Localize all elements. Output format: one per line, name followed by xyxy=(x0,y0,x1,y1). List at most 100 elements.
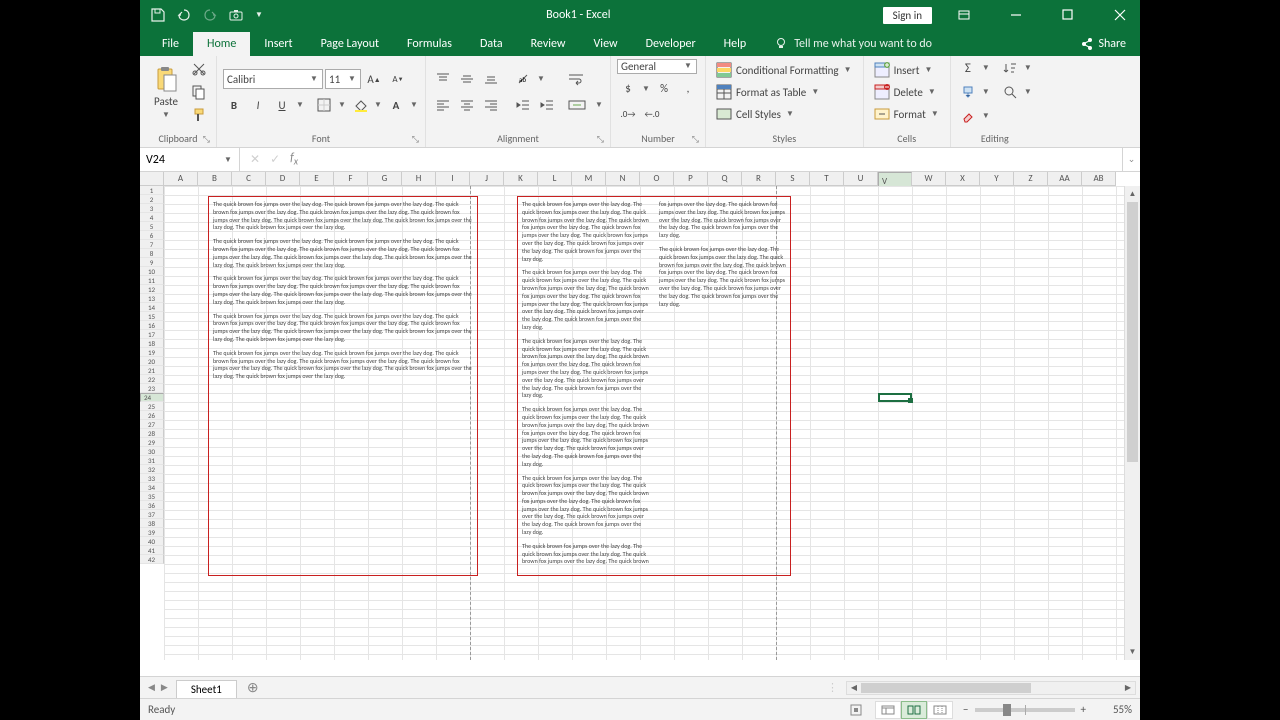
copy-button[interactable] xyxy=(188,82,210,103)
fx-icon[interactable]: fx xyxy=(290,151,298,167)
increase-indent-button[interactable] xyxy=(536,94,558,116)
increase-font-button[interactable]: A▲ xyxy=(363,68,385,90)
table-icon xyxy=(716,84,732,100)
view-page-layout-button[interactable] xyxy=(901,701,927,719)
scrollbar-thumb[interactable] xyxy=(861,683,1031,693)
bold-button[interactable]: B xyxy=(223,94,245,116)
vertical-scrollbar[interactable]: ▲▼ xyxy=(1124,186,1140,660)
tab-nav-next-icon[interactable]: ▶ xyxy=(161,682,168,693)
borders-button[interactable] xyxy=(313,94,335,116)
tab-developer[interactable]: Developer xyxy=(632,32,710,56)
tab-help[interactable]: Help xyxy=(710,32,761,56)
close-button[interactable] xyxy=(1100,0,1140,30)
comma-button[interactable]: , xyxy=(677,78,699,100)
number-format-select[interactable]: General▼ xyxy=(617,59,697,74)
select-all-corner[interactable] xyxy=(140,172,164,186)
zoom-control[interactable]: − + 55% xyxy=(963,703,1132,716)
zoom-out-button[interactable]: − xyxy=(963,703,968,716)
merge-button[interactable] xyxy=(564,94,592,116)
sort-filter-button[interactable] xyxy=(999,57,1021,79)
align-left-button[interactable] xyxy=(432,94,454,116)
find-button[interactable] xyxy=(999,81,1021,103)
qat-customize-icon[interactable]: ▼ xyxy=(254,7,264,23)
tab-data[interactable]: Data xyxy=(466,32,517,56)
name-box[interactable]: V24▼ xyxy=(140,148,240,171)
autosum-button[interactable]: Σ xyxy=(957,57,979,79)
wrap-text-button[interactable] xyxy=(564,68,592,90)
italic-button[interactable]: I xyxy=(247,94,269,116)
undo-icon[interactable] xyxy=(176,7,192,23)
format-icon xyxy=(874,106,890,122)
view-normal-button[interactable] xyxy=(875,701,901,719)
paste-button[interactable]: Paste ▼ xyxy=(146,59,186,125)
horizontal-scrollbar[interactable]: ◀▶ xyxy=(846,681,1136,695)
ribbon-tabs: File Home Insert Page Layout Formulas Da… xyxy=(140,30,1140,56)
scrollbar-thumb[interactable] xyxy=(1127,202,1138,462)
cell-selection xyxy=(878,393,912,402)
font-size-select[interactable]: 11▼ xyxy=(325,69,361,89)
maximize-button[interactable] xyxy=(1048,0,1088,30)
tab-page-layout[interactable]: Page Layout xyxy=(307,32,393,56)
tab-file[interactable]: File xyxy=(148,32,193,56)
sign-in-button[interactable]: Sign in xyxy=(883,7,932,24)
align-bottom-button[interactable] xyxy=(480,68,502,90)
redo-icon[interactable] xyxy=(202,7,218,23)
cond-format-icon xyxy=(716,62,732,78)
macro-record-icon[interactable] xyxy=(849,703,863,717)
dialog-launcher-icon[interactable]: ⤡ xyxy=(203,134,210,145)
add-sheet-button[interactable]: ⊕ xyxy=(237,679,269,696)
decrease-indent-button[interactable] xyxy=(512,94,534,116)
align-top-button[interactable] xyxy=(432,68,454,90)
tell-me-search[interactable]: Tell me what you want to do xyxy=(760,32,946,56)
align-right-button[interactable] xyxy=(480,94,502,116)
format-painter-button[interactable] xyxy=(188,104,210,125)
align-middle-button[interactable] xyxy=(456,68,478,90)
currency-button[interactable]: $ xyxy=(617,78,639,100)
save-icon[interactable] xyxy=(150,7,166,23)
delete-cells-button[interactable]: Delete▼ xyxy=(870,82,944,102)
zoom-in-button[interactable]: + xyxy=(1081,703,1086,716)
dialog-launcher-icon[interactable]: ⤡ xyxy=(692,134,699,145)
tab-home[interactable]: Home xyxy=(193,32,250,56)
increase-decimal-button[interactable]: .0→ xyxy=(617,104,639,126)
column-headers[interactable]: ABCDEFGHIJKLMNOPQRSTUVWXYZAAAB xyxy=(164,172,1124,186)
share-button[interactable]: Share xyxy=(1066,32,1140,56)
format-as-table-button[interactable]: Format as Table▼ xyxy=(712,82,857,102)
cancel-formula-icon[interactable]: ✕ xyxy=(250,152,260,167)
align-center-button[interactable] xyxy=(456,94,478,116)
zoom-level[interactable]: 55% xyxy=(1092,703,1132,716)
row-headers[interactable]: 1234567891011121314151617181920212223242… xyxy=(140,186,164,660)
fill-button[interactable] xyxy=(957,81,979,103)
clear-button[interactable] xyxy=(957,105,979,127)
cut-button[interactable] xyxy=(188,59,210,80)
decrease-font-button[interactable]: A▼ xyxy=(387,68,409,90)
orientation-button[interactable]: ab xyxy=(512,68,534,90)
format-cells-button[interactable]: Format▼ xyxy=(870,104,944,124)
enter-formula-icon[interactable]: ✓ xyxy=(270,152,280,167)
tab-nav-prev-icon[interactable]: ◀ xyxy=(148,682,155,693)
tab-review[interactable]: Review xyxy=(517,32,580,56)
view-page-break-button[interactable] xyxy=(927,701,953,719)
dialog-launcher-icon[interactable]: ⤡ xyxy=(597,134,604,145)
zoom-slider[interactable] xyxy=(975,708,1075,712)
expand-formula-bar-icon[interactable]: ⌄ xyxy=(1122,148,1140,171)
dialog-launcher-icon[interactable]: ⤡ xyxy=(412,134,419,145)
cells-grid[interactable]: The quick brown fox jumps over the lazy … xyxy=(164,186,1124,660)
underline-button[interactable]: U xyxy=(271,94,293,116)
percent-button[interactable]: % xyxy=(653,78,675,100)
sheet-tab[interactable]: Sheet1 xyxy=(176,680,237,698)
font-name-select[interactable]: Calibri▼ xyxy=(223,69,323,89)
font-color-button[interactable]: A xyxy=(385,94,407,116)
cell-styles-button[interactable]: Cell Styles▼ xyxy=(712,104,857,124)
decrease-decimal-button[interactable]: ←.0 xyxy=(641,104,663,126)
minimize-button[interactable] xyxy=(996,0,1036,30)
insert-cells-button[interactable]: Insert▼ xyxy=(870,60,944,80)
camera-icon[interactable] xyxy=(228,7,244,23)
conditional-formatting-button[interactable]: Conditional Formatting▼ xyxy=(712,60,857,80)
tab-insert[interactable]: Insert xyxy=(250,32,306,56)
ribbon-options-icon[interactable] xyxy=(944,0,984,30)
worksheet-grid[interactable]: ABCDEFGHIJKLMNOPQRSTUVWXYZAAAB 123456789… xyxy=(140,172,1140,676)
tab-view[interactable]: View xyxy=(580,32,632,56)
tab-formulas[interactable]: Formulas xyxy=(393,32,466,56)
fill-color-button[interactable] xyxy=(349,94,371,116)
